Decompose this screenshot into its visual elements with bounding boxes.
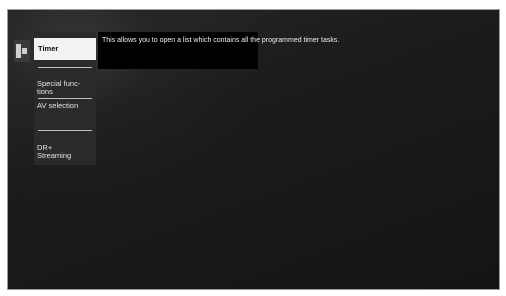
divider (38, 67, 92, 68)
menu-item-av-selection[interactable]: AV selection (34, 101, 96, 111)
menu-item-label: AV selection (37, 101, 79, 110)
menu-item-label: Special func- tions (37, 78, 81, 96)
menu-item-label: Timer (38, 43, 59, 53)
options-menu: Timer Special func- tions AV selection D… (34, 32, 96, 165)
tv-screen: Timer Special func- tions AV selection D… (7, 9, 500, 290)
menu-item-special-functions[interactable]: Special func- tions (34, 71, 96, 97)
menu-item-label: DR+ Streaming (37, 142, 72, 160)
divider (38, 130, 92, 131)
menu-item-dr-streaming[interactable]: DR+ Streaming (34, 135, 96, 161)
divider (38, 98, 92, 99)
menu-panel-icon (14, 40, 30, 62)
description-text: This allows you to open a list which con… (102, 37, 340, 44)
menu-item-timer[interactable]: Timer (34, 38, 96, 60)
